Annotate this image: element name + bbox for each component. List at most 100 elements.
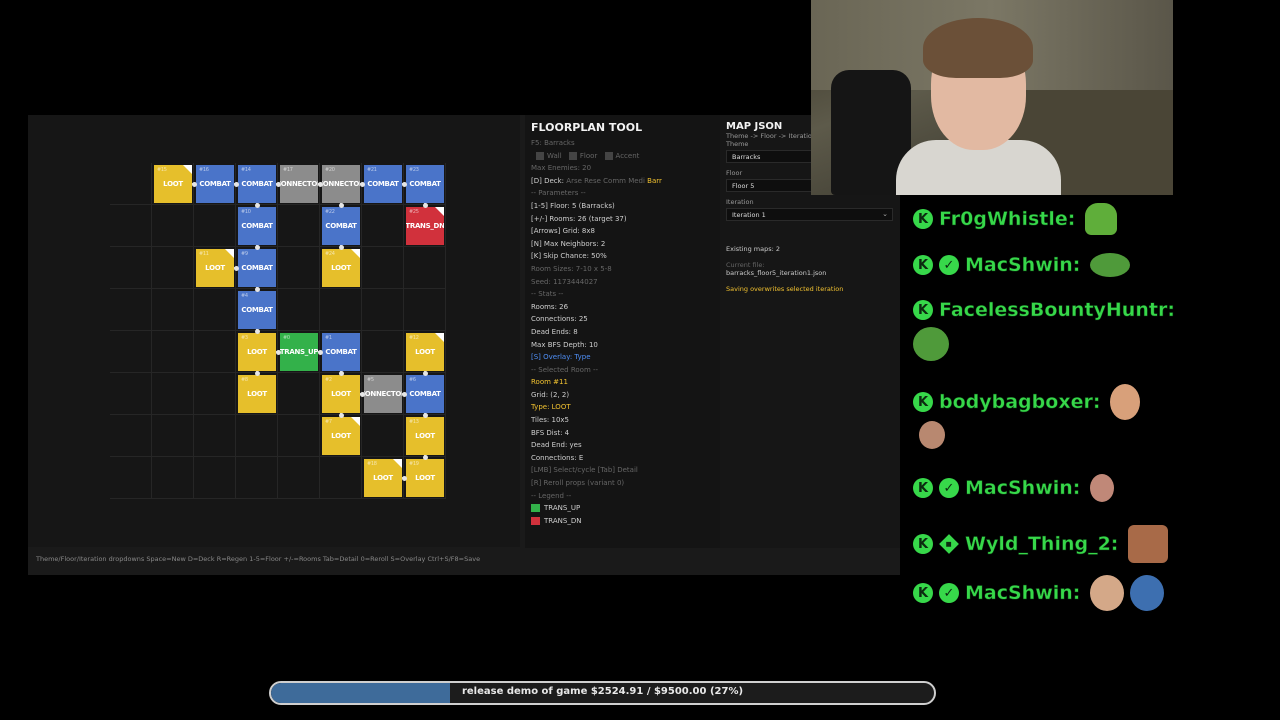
room-grid[interactable]: #15LOOT#16COMBAT#14COMBAT#17CONNECTOR#20… [110,163,446,499]
grid-cell[interactable] [278,247,320,289]
grid-cell[interactable] [110,247,152,289]
grid-cell[interactable] [152,457,194,499]
connection-door [338,202,344,208]
room-trans-up[interactable]: #0 TRANS_UP [280,333,318,371]
room-loot[interactable]: #19 LOOT [406,459,444,497]
room-trans-dn[interactable]: #25 TRANS_DN [406,207,444,245]
room-label: LOOT [331,432,351,440]
room-combat[interactable]: #23 COMBAT [406,165,444,203]
room-loot[interactable]: #15 LOOT [154,165,192,203]
dead-end-marker [351,417,360,426]
room-combat[interactable]: #16 COMBAT [196,165,234,203]
grid-cell[interactable] [152,331,194,373]
grid-cell[interactable] [152,247,194,289]
room-connector[interactable]: #5 CONNECTOR [364,375,402,413]
room-label: LOOT [247,348,267,356]
room-combat[interactable]: #6 COMBAT [406,375,444,413]
grid-cell[interactable] [362,289,404,331]
hint-select: [LMB] Select/cycle [Tab] Detail [531,466,638,475]
grid-cell[interactable] [236,457,278,499]
room-loot[interactable]: #3 LOOT [238,333,276,371]
iteration-label: Iteration [726,198,754,206]
room-id: #7 [325,419,332,425]
grid-cell[interactable] [152,415,194,457]
room-label: COMBAT [325,222,357,230]
connection-door [401,391,407,397]
grid-cell[interactable] [236,415,278,457]
room-label: LOOT [247,390,267,398]
grid-cell[interactable] [404,289,446,331]
room-label: COMBAT [409,390,441,398]
room-label: COMBAT [367,180,399,188]
grid-cell[interactable] [110,415,152,457]
grid-cell[interactable] [278,205,320,247]
grid-cell[interactable] [362,247,404,289]
grid-cell[interactable] [362,331,404,373]
room-combat[interactable]: #22 COMBAT [322,207,360,245]
grid-cell[interactable] [362,415,404,457]
room-id: #12 [409,335,419,341]
grid-cell[interactable] [278,415,320,457]
grid-cell[interactable] [194,205,236,247]
room-loot[interactable]: #11 LOOT [196,249,234,287]
room-combat[interactable]: #14 COMBAT [238,165,276,203]
kick-badge-icon: K [913,534,933,554]
grid-cell[interactable] [194,331,236,373]
room-loot[interactable]: #12 LOOT [406,333,444,371]
floor-checkbox[interactable] [568,151,577,160]
room-loot[interactable]: #13 LOOT [406,417,444,455]
grid-cell[interactable] [110,331,152,373]
grid-cell[interactable] [110,457,152,499]
grid-cell[interactable] [152,205,194,247]
grid-cell[interactable] [278,289,320,331]
room-combat[interactable]: #9 COMBAT [238,249,276,287]
room-id: #1 [325,335,332,341]
accent-checkbox[interactable] [604,151,613,160]
current-file-label: Current file: [726,261,765,269]
room-loot[interactable]: #18 LOOT [364,459,402,497]
current-file: barracks_floor5_iteration1.json [726,269,827,277]
grid-cell[interactable] [194,457,236,499]
room-loot[interactable]: #2 LOOT [322,375,360,413]
room-label: COMBAT [241,222,273,230]
connection-door [233,181,239,187]
room-combat[interactable]: #1 COMBAT [322,333,360,371]
connection-door [422,370,428,376]
room-label: COMBAT [241,264,273,272]
connection-door [254,370,260,376]
grid-cell[interactable] [194,373,236,415]
grid-cell[interactable] [278,457,320,499]
room-loot[interactable]: #8 LOOT [238,375,276,413]
room-combat[interactable]: #4 COMBAT [238,291,276,329]
grid-cell[interactable] [404,247,446,289]
dead-end-marker [435,207,444,216]
overlay-toggle[interactable]: [S] Overlay: Type [531,351,714,364]
grid-cell[interactable] [110,289,152,331]
deck-row[interactable]: [D] Deck: Arse Rese Comm Medi Barr [531,175,714,188]
grid-cell[interactable] [110,205,152,247]
grid-cell[interactable] [320,457,362,499]
grid-cell[interactable] [194,289,236,331]
room-connector[interactable]: #20 CONNECTOR [322,165,360,203]
room-loot[interactable]: #7 LOOT [322,417,360,455]
grid-cell[interactable] [320,289,362,331]
room-combat[interactable]: #10 COMBAT [238,207,276,245]
grid-cell[interactable] [194,415,236,457]
room-connector[interactable]: #17 CONNECTOR [280,165,318,203]
grid-cell[interactable] [278,373,320,415]
face-emote-icon [1090,575,1125,611]
room-id: #18 [367,461,377,467]
stream-layout: #15LOOT#16COMBAT#14COMBAT#17CONNECTOR#20… [0,0,1280,720]
room-label: CONNECTOR [364,390,402,398]
wall-checkbox[interactable] [536,151,544,160]
grid-cell[interactable] [152,373,194,415]
room-loot[interactable]: #24 LOOT [322,249,360,287]
grid-cell[interactable] [110,163,152,205]
room-combat[interactable]: #21 COMBAT [364,165,402,203]
iteration-dropdown[interactable]: Iteration 1 ⌄ [726,208,893,221]
grid-cell[interactable] [110,373,152,415]
grid-cell[interactable] [362,205,404,247]
grid-cell[interactable] [152,289,194,331]
room-label: COMBAT [199,180,231,188]
dead-end-marker [225,249,234,258]
